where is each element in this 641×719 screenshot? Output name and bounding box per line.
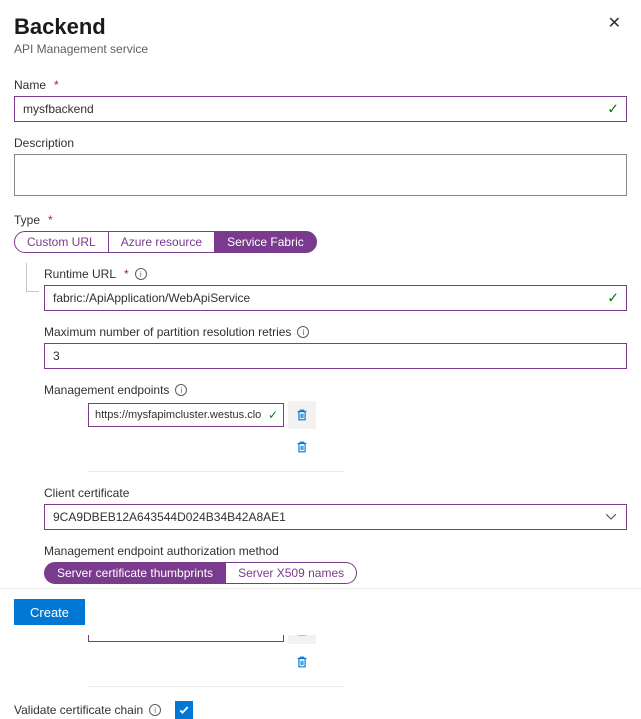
delete-endpoint-button[interactable] bbox=[288, 401, 316, 429]
max-retries-input[interactable] bbox=[44, 343, 627, 369]
panel-title: Backend bbox=[14, 14, 148, 40]
validate-chain-checkbox[interactable] bbox=[175, 701, 193, 719]
info-icon[interactable]: i bbox=[149, 704, 161, 716]
auth-method-selector: Server certificate thumbprints Server X5… bbox=[44, 562, 627, 584]
client-cert-label: Client certificate bbox=[44, 486, 627, 500]
delete-all-endpoints-button[interactable] bbox=[288, 433, 316, 461]
validate-chain-label: Validate certificate chain i bbox=[14, 703, 161, 717]
mgmt-endpoint-input[interactable] bbox=[88, 403, 284, 427]
name-input[interactable] bbox=[14, 96, 627, 122]
max-retries-label: Maximum number of partition resolution r… bbox=[44, 325, 627, 339]
type-label: Type* bbox=[14, 213, 627, 227]
type-option-service-fabric[interactable]: Service Fabric bbox=[214, 231, 317, 253]
info-icon[interactable]: i bbox=[175, 384, 187, 396]
runtime-url-input[interactable] bbox=[44, 285, 627, 311]
info-icon[interactable]: i bbox=[135, 268, 147, 280]
name-label: Name* bbox=[14, 78, 627, 92]
panel-subtitle: API Management service bbox=[14, 42, 148, 56]
type-option-custom-url[interactable]: Custom URL bbox=[14, 231, 109, 253]
type-selector: Custom URL Azure resource Service Fabric bbox=[14, 231, 627, 253]
auth-option-thumbprints[interactable]: Server certificate thumbprints bbox=[44, 562, 226, 584]
mgmt-endpoints-label: Management endpoints i bbox=[44, 383, 627, 397]
runtime-url-label: Runtime URL* i bbox=[44, 267, 627, 281]
auth-method-label: Management endpoint authorization method bbox=[44, 544, 627, 558]
description-label: Description bbox=[14, 136, 627, 150]
delete-all-thumbprints-button[interactable] bbox=[288, 648, 316, 676]
auth-option-x509[interactable]: Server X509 names bbox=[226, 562, 357, 584]
client-cert-select[interactable]: 9CA9DBEB12A643544D024B34B42A8AE1 bbox=[44, 504, 627, 530]
close-icon[interactable]: ✕ bbox=[604, 14, 625, 34]
info-icon[interactable]: i bbox=[297, 326, 309, 338]
type-option-azure-resource[interactable]: Azure resource bbox=[109, 231, 214, 253]
description-input[interactable] bbox=[14, 154, 627, 196]
create-button[interactable]: Create bbox=[14, 599, 85, 625]
